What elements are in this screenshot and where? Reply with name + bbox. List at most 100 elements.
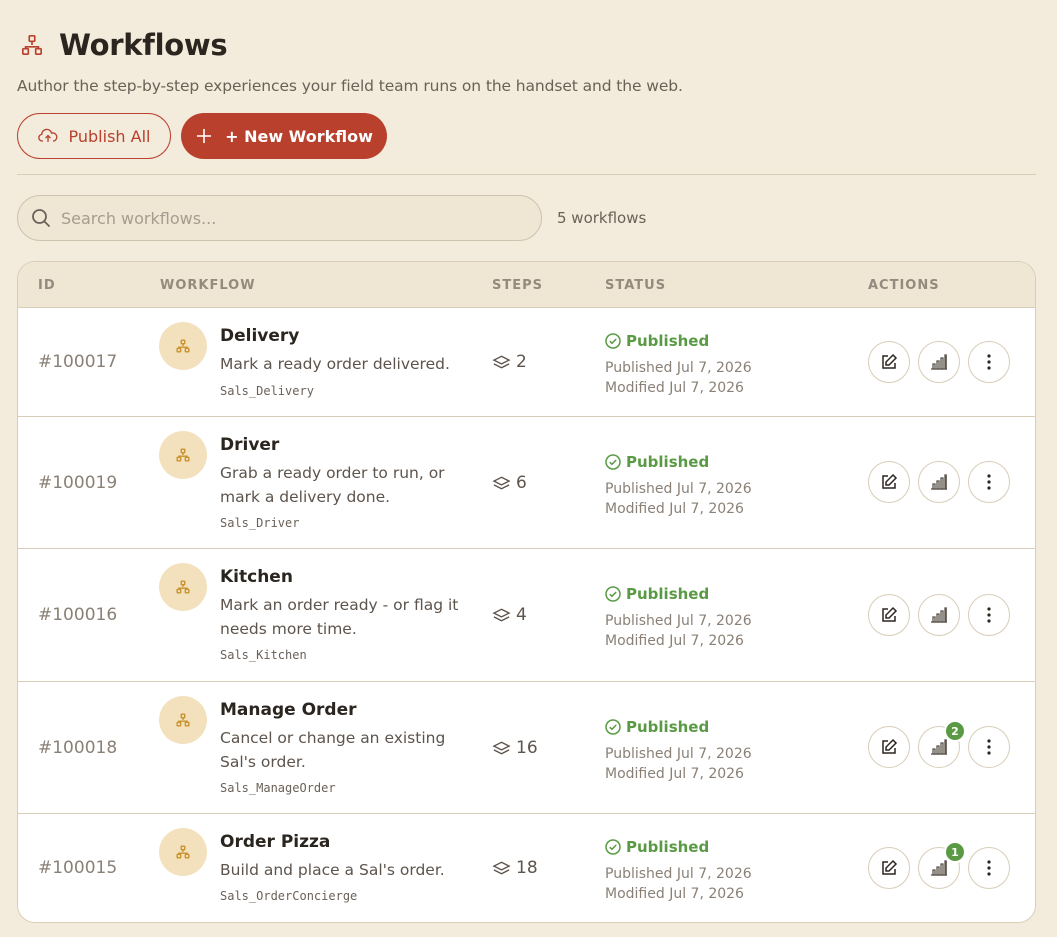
workflow-icon bbox=[176, 580, 190, 594]
analytics-button[interactable]: 2 bbox=[918, 720, 966, 768]
table-header: ID WORKFLOW STEPS STATUS ACTIONS bbox=[18, 262, 1035, 308]
workflow-icon bbox=[19, 32, 45, 58]
modified-date: Modified Jul 7, 2026 bbox=[605, 501, 744, 517]
bar-chart-icon bbox=[931, 607, 947, 623]
column-header-status[interactable]: STATUS bbox=[605, 278, 666, 293]
edit-button[interactable] bbox=[868, 341, 910, 383]
title-row: Workflows bbox=[17, 28, 228, 62]
plus-icon bbox=[197, 129, 212, 143]
workflow-avatar bbox=[159, 696, 207, 744]
workflow-avatar bbox=[159, 563, 207, 611]
modified-date: Modified Jul 7, 2026 bbox=[605, 766, 744, 782]
workflow-code: Sals_Driver bbox=[220, 516, 300, 530]
workflow-code: Sals_ManageOrder bbox=[220, 781, 336, 795]
bar-chart-icon bbox=[931, 354, 947, 370]
workflow-icon bbox=[176, 845, 190, 859]
analytics-button[interactable] bbox=[918, 461, 960, 503]
layers-icon bbox=[492, 476, 511, 490]
bar-chart-icon bbox=[931, 739, 947, 755]
new-workflow-button[interactable]: + New Workflow bbox=[181, 113, 387, 159]
more-button[interactable] bbox=[968, 594, 1010, 636]
workflow-id: #100018 bbox=[38, 738, 118, 758]
edit-button[interactable] bbox=[868, 726, 910, 768]
edit-button[interactable] bbox=[868, 847, 910, 889]
column-header-id[interactable]: ID bbox=[38, 278, 56, 293]
table-row[interactable]: #100016 Kitchen Mark an order ready - or… bbox=[18, 549, 1035, 682]
workflow-dates: Published Jul 7, 2026 Modified Jul 7, 20… bbox=[605, 744, 752, 784]
modified-date: Modified Jul 7, 2026 bbox=[605, 886, 744, 902]
publish-all-button[interactable]: Publish All bbox=[17, 113, 171, 159]
workflow-steps: 18 bbox=[492, 858, 538, 878]
page-subtitle: Author the step-by-step experiences your… bbox=[17, 77, 683, 95]
workflow-name[interactable]: Manage Order bbox=[220, 700, 357, 720]
workflow-code: Sals_OrderConcierge bbox=[220, 889, 358, 903]
workflow-code: Sals_Delivery bbox=[220, 384, 314, 398]
analytics-count-badge: 2 bbox=[944, 720, 966, 742]
check-circle-icon bbox=[605, 719, 621, 735]
workflow-id: #100016 bbox=[38, 605, 118, 625]
header-divider bbox=[17, 174, 1036, 175]
modified-date: Modified Jul 7, 2026 bbox=[605, 380, 744, 396]
search-icon bbox=[32, 209, 51, 228]
check-circle-icon bbox=[605, 586, 621, 602]
table-row[interactable]: #100019 Driver Grab a ready order to run… bbox=[18, 417, 1035, 549]
workflow-icon bbox=[176, 339, 190, 353]
workflow-steps: 2 bbox=[492, 352, 527, 372]
edit-icon bbox=[882, 738, 898, 754]
workflow-name[interactable]: Driver bbox=[220, 435, 279, 455]
published-date: Published Jul 7, 2026 bbox=[605, 866, 752, 882]
published-date: Published Jul 7, 2026 bbox=[605, 746, 752, 762]
column-header-steps[interactable]: STEPS bbox=[492, 278, 543, 293]
workflow-dates: Published Jul 7, 2026 Modified Jul 7, 20… bbox=[605, 358, 752, 398]
analytics-button[interactable]: 1 bbox=[918, 841, 966, 889]
new-workflow-label: + New Workflow bbox=[225, 126, 373, 146]
workflow-id: #100017 bbox=[38, 352, 118, 372]
more-vertical-icon bbox=[987, 607, 991, 623]
table-row[interactable]: #100017 Delivery Mark a ready order deli… bbox=[18, 308, 1035, 417]
status-badge: Published bbox=[605, 718, 709, 736]
more-vertical-icon bbox=[987, 739, 991, 755]
published-date: Published Jul 7, 2026 bbox=[605, 613, 752, 629]
published-date: Published Jul 7, 2026 bbox=[605, 481, 752, 497]
bar-chart-icon bbox=[931, 474, 947, 490]
status-badge: Published bbox=[605, 453, 709, 471]
page-header: Workflows bbox=[17, 28, 228, 62]
workflow-name[interactable]: Delivery bbox=[220, 326, 299, 346]
workflow-icon bbox=[176, 448, 190, 462]
more-button[interactable] bbox=[968, 461, 1010, 503]
layers-icon bbox=[492, 741, 511, 755]
workflow-name[interactable]: Order Pizza bbox=[220, 832, 330, 852]
workflow-count: 5 workflows bbox=[557, 209, 647, 227]
more-button[interactable] bbox=[968, 726, 1010, 768]
more-vertical-icon bbox=[987, 474, 991, 490]
edit-button[interactable] bbox=[868, 594, 910, 636]
status-badge: Published bbox=[605, 838, 709, 856]
more-vertical-icon bbox=[987, 354, 991, 370]
workflow-icon bbox=[176, 713, 190, 727]
analytics-count-badge: 1 bbox=[944, 841, 966, 863]
layers-icon bbox=[492, 355, 511, 369]
workflows-table: ID WORKFLOW STEPS STATUS ACTIONS #100017… bbox=[17, 261, 1036, 923]
table-row[interactable]: #100015 Order Pizza Build and place a Sa… bbox=[18, 814, 1035, 922]
cloud-upload-icon bbox=[37, 128, 57, 142]
workflow-description: Build and place a Sal's order. bbox=[220, 861, 445, 879]
search-input[interactable] bbox=[61, 208, 501, 228]
workflow-steps: 6 bbox=[492, 473, 527, 493]
search-box[interactable] bbox=[17, 195, 542, 241]
workflow-code: Sals_Kitchen bbox=[220, 648, 307, 662]
analytics-button[interactable] bbox=[918, 341, 960, 383]
edit-button[interactable] bbox=[868, 461, 910, 503]
analytics-button[interactable] bbox=[918, 594, 960, 636]
workflow-avatar bbox=[159, 828, 207, 876]
check-circle-icon bbox=[605, 333, 621, 349]
published-date: Published Jul 7, 2026 bbox=[605, 360, 752, 376]
workflow-description: Grab a ready order to run, or mark a del… bbox=[220, 464, 445, 506]
column-header-workflow[interactable]: WORKFLOW bbox=[160, 278, 256, 293]
edit-icon bbox=[882, 606, 898, 622]
more-button[interactable] bbox=[968, 847, 1010, 889]
more-button[interactable] bbox=[968, 341, 1010, 383]
workflow-name[interactable]: Kitchen bbox=[220, 567, 293, 587]
table-row[interactable]: #100018 Manage Order Cancel or change an… bbox=[18, 682, 1035, 814]
workflow-id: #100015 bbox=[38, 858, 118, 878]
status-badge: Published bbox=[605, 585, 709, 603]
